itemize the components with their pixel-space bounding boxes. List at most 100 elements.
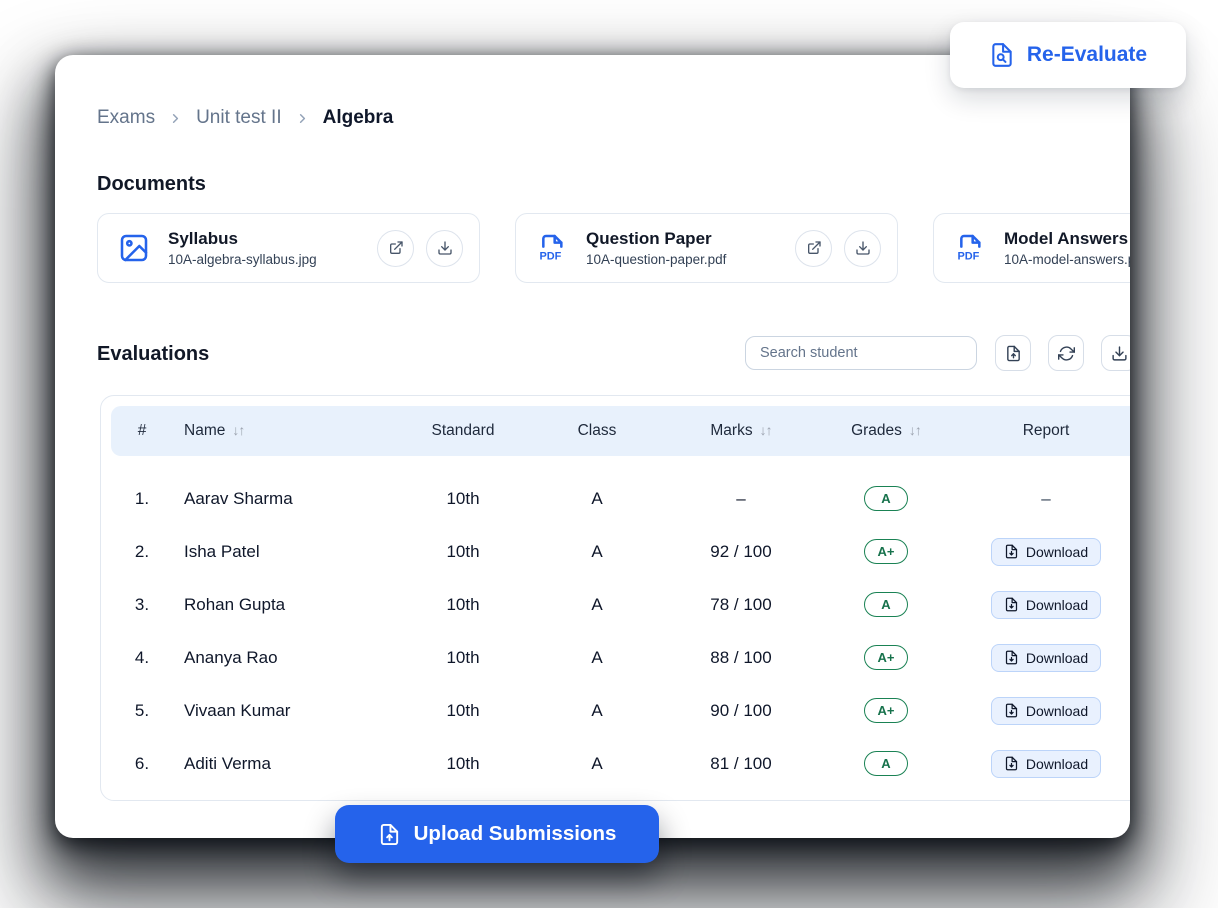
student-name: Vivaan Kumar bbox=[173, 701, 403, 721]
chevron-right-icon bbox=[168, 111, 183, 126]
re-evaluate-button[interactable]: Re-Evaluate bbox=[950, 22, 1186, 88]
student-marks: 90 / 100 bbox=[671, 701, 811, 721]
download-report-button[interactable]: Download bbox=[991, 591, 1101, 619]
download-icon bbox=[855, 240, 871, 256]
report-cell: Download bbox=[961, 591, 1130, 619]
row-index: 4. bbox=[111, 648, 173, 668]
student-marks: 78 / 100 bbox=[671, 595, 811, 615]
student-standard: 10th bbox=[403, 595, 523, 615]
grade-badge: A+ bbox=[864, 539, 908, 564]
refresh-icon bbox=[1058, 345, 1075, 362]
document-title: Syllabus bbox=[168, 229, 317, 249]
document-search-icon bbox=[989, 42, 1015, 68]
row-index: 6. bbox=[111, 754, 173, 774]
evaluations-title: Evaluations bbox=[97, 343, 209, 366]
file-download-icon bbox=[1004, 597, 1019, 612]
column-header-index: # bbox=[111, 422, 173, 440]
student-name: Aditi Verma bbox=[173, 754, 403, 774]
download-report-button[interactable]: Download bbox=[991, 750, 1101, 778]
student-name: Rohan Gupta bbox=[173, 595, 403, 615]
download-document-button[interactable] bbox=[844, 230, 881, 267]
document-filename: 10A-algebra-syllabus.jpg bbox=[168, 252, 317, 267]
student-standard: 10th bbox=[403, 489, 523, 509]
breadcrumb-current: Algebra bbox=[323, 107, 394, 129]
column-header-standard: Standard bbox=[403, 422, 523, 440]
student-marks: 92 / 100 bbox=[671, 542, 811, 562]
student-name: Aarav Sharma bbox=[173, 489, 403, 509]
document-type-icon: PDF bbox=[536, 232, 568, 264]
download-report-button[interactable]: Download bbox=[991, 644, 1101, 672]
grade-cell: A+ bbox=[811, 698, 961, 723]
grade-badge: A+ bbox=[864, 645, 908, 670]
grade-badge: A bbox=[864, 592, 908, 617]
report-cell: – bbox=[961, 489, 1130, 509]
student-marks: 81 / 100 bbox=[671, 754, 811, 774]
column-header-marks[interactable]: Marks↓↑ bbox=[671, 422, 811, 440]
document-title: Model Answers bbox=[1004, 229, 1130, 249]
document-filename: 10A-question-paper.pdf bbox=[586, 252, 726, 267]
document-type-icon: PDF bbox=[954, 232, 986, 264]
document-filename: 10A-model-answers.pdf bbox=[1004, 252, 1130, 267]
table-row: 5. Vivaan Kumar 10th A 90 / 100 A+ Downl… bbox=[111, 684, 1130, 737]
download-report-button[interactable]: Download bbox=[991, 697, 1101, 725]
student-name: Ananya Rao bbox=[173, 648, 403, 668]
student-marks: 88 / 100 bbox=[671, 648, 811, 668]
evaluations-table: # Name↓↑ Standard Class Marks↓↑ Grades↓↑… bbox=[100, 395, 1130, 801]
student-name: Isha Patel bbox=[173, 542, 403, 562]
breadcrumb-unit-test[interactable]: Unit test II bbox=[196, 107, 282, 129]
student-class: A bbox=[523, 648, 671, 668]
file-upload-icon bbox=[378, 823, 401, 846]
svg-text:PDF: PDF bbox=[957, 250, 979, 262]
search-input[interactable] bbox=[745, 336, 977, 370]
upload-submissions-button[interactable]: Upload Submissions bbox=[335, 805, 659, 863]
upload-file-button[interactable] bbox=[995, 335, 1031, 371]
download-table-button[interactable] bbox=[1101, 335, 1130, 371]
column-header-grades[interactable]: Grades↓↑ bbox=[811, 422, 961, 440]
student-marks: – bbox=[671, 489, 811, 509]
table-header-row: # Name↓↑ Standard Class Marks↓↑ Grades↓↑… bbox=[111, 406, 1130, 456]
student-standard: 10th bbox=[403, 701, 523, 721]
grade-badge: A+ bbox=[864, 698, 908, 723]
documents-cards: PDF Syllabus 10A-algebra-syllabus.jpg bbox=[97, 213, 1130, 283]
chevron-right-icon bbox=[295, 111, 310, 126]
student-class: A bbox=[523, 754, 671, 774]
table-row: 3. Rohan Gupta 10th A 78 / 100 A Downloa… bbox=[111, 578, 1130, 631]
grade-badge: A bbox=[864, 751, 908, 776]
report-cell: Download bbox=[961, 697, 1130, 725]
file-download-icon bbox=[1004, 756, 1019, 771]
download-report-button[interactable]: Download bbox=[991, 538, 1101, 566]
document-card: PDF Question Paper 10A-question-paper.pd… bbox=[515, 213, 898, 283]
table-row: 6. Aditi Verma 10th A 81 / 100 A Downloa… bbox=[111, 737, 1130, 790]
download-document-button[interactable] bbox=[426, 230, 463, 267]
column-header-name[interactable]: Name↓↑ bbox=[173, 422, 403, 440]
sort-icon[interactable]: ↓↑ bbox=[760, 422, 772, 438]
document-title: Question Paper bbox=[586, 229, 726, 249]
student-class: A bbox=[523, 489, 671, 509]
table-row: 2. Isha Patel 10th A 92 / 100 A+ Downloa… bbox=[111, 525, 1130, 578]
svg-text:PDF: PDF bbox=[539, 250, 561, 262]
breadcrumb-exams[interactable]: Exams bbox=[97, 107, 155, 129]
grade-cell: A bbox=[811, 751, 961, 776]
open-document-button[interactable] bbox=[795, 230, 832, 267]
download-icon bbox=[1111, 345, 1128, 362]
student-standard: 10th bbox=[403, 648, 523, 668]
sort-icon[interactable]: ↓↑ bbox=[232, 422, 244, 438]
grade-badge: A bbox=[864, 486, 908, 511]
table-row: 1. Aarav Sharma 10th A – A – bbox=[111, 472, 1130, 525]
download-icon bbox=[437, 240, 453, 256]
open-document-button[interactable] bbox=[377, 230, 414, 267]
document-card: PDF Syllabus 10A-algebra-syllabus.jpg bbox=[97, 213, 480, 283]
document-card: PDF Model Answers 10A-model-answers.pdf bbox=[933, 213, 1130, 283]
documents-title: Documents bbox=[97, 173, 206, 196]
table-row: 4. Ananya Rao 10th A 88 / 100 A+ Downloa… bbox=[111, 631, 1130, 684]
sort-icon[interactable]: ↓↑ bbox=[909, 422, 921, 438]
grade-cell: A bbox=[811, 486, 961, 511]
file-download-icon bbox=[1004, 703, 1019, 718]
refresh-button[interactable] bbox=[1048, 335, 1084, 371]
file-upload-icon bbox=[1005, 345, 1022, 362]
student-class: A bbox=[523, 701, 671, 721]
file-download-icon bbox=[1004, 650, 1019, 665]
breadcrumb: Exams Unit test II Algebra bbox=[97, 107, 393, 129]
row-index: 2. bbox=[111, 542, 173, 562]
file-download-icon bbox=[1004, 544, 1019, 559]
